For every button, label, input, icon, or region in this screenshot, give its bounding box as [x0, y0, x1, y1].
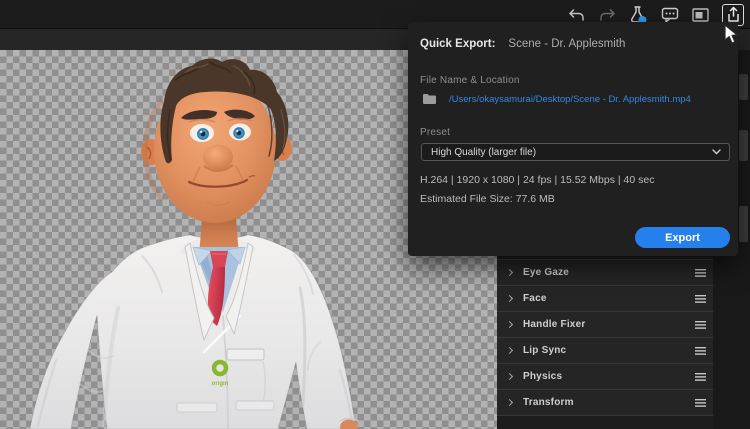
scrollbar-thumb[interactable] [739, 130, 748, 161]
preset-dropdown[interactable]: High Quality (larger file) [421, 143, 730, 161]
chevron-right-icon[interactable] [505, 372, 514, 381]
folder-icon[interactable] [422, 93, 437, 105]
file-section-label: File Name & Location [420, 75, 520, 86]
mouse-cursor [724, 24, 740, 50]
dialog-title: Quick Export: Scene - Dr. Applesmith [420, 38, 625, 50]
behavior-label: Face [523, 293, 547, 304]
chevron-right-icon[interactable] [505, 294, 514, 303]
behavior-label: Eye Gaze [523, 267, 570, 278]
export-button[interactable]: Export [635, 227, 730, 248]
drag-handle-icon[interactable] [695, 268, 706, 277]
chevron-right-icon[interactable] [505, 320, 514, 329]
coat-badge-text: origin [212, 381, 229, 387]
chevron-right-icon[interactable] [505, 346, 514, 355]
quick-export-dialog: Quick Export: Scene - Dr. Applesmith File… [408, 22, 738, 256]
scrollbar-thumb[interactable] [739, 74, 748, 100]
drag-handle-icon[interactable] [695, 398, 706, 407]
drag-handle-icon[interactable] [695, 320, 706, 329]
behavior-row[interactable]: Eye Gaze [497, 260, 713, 286]
behavior-row[interactable]: Face [497, 286, 713, 312]
estimated-file-size: Estimated File Size: 77.6 MB [420, 193, 555, 205]
chevron-right-icon[interactable] [505, 268, 514, 277]
behavior-label: Lip Sync [523, 345, 567, 356]
behavior-list: Eye Gaze Face Handle Fixer Lip Sync Phys… [497, 259, 713, 416]
chevron-right-icon[interactable] [505, 398, 514, 407]
behavior-row[interactable]: Transform [497, 390, 713, 416]
preset-label: Preset [420, 127, 451, 138]
scrollbar-thumb[interactable] [739, 206, 748, 242]
dialog-scene-name: Scene - Dr. Applesmith [508, 38, 626, 50]
preset-value: High Quality (larger file) [431, 146, 537, 158]
drag-handle-icon[interactable] [695, 372, 706, 381]
file-path-link[interactable]: /Users/okaysamurai/Desktop/Scene - Dr. A… [449, 94, 691, 105]
behavior-label: Physics [523, 371, 563, 382]
behavior-row[interactable]: Physics [497, 364, 713, 390]
drag-handle-icon[interactable] [695, 294, 706, 303]
behavior-label: Handle Fixer [523, 319, 586, 330]
dialog-title-label: Quick Export: [420, 38, 496, 50]
character-animator-window: origin Eye Gaze Face Handle Fixer Lip Sy… [0, 0, 750, 429]
drag-handle-icon[interactable] [695, 346, 706, 355]
behavior-row[interactable]: Handle Fixer [497, 312, 713, 338]
chevron-down-icon [712, 149, 721, 155]
behavior-row[interactable]: Lip Sync [497, 338, 713, 364]
export-specs: H.264 | 1920 x 1080 | 24 fps | 15.52 Mbp… [420, 174, 655, 186]
character-head [141, 58, 292, 223]
behavior-label: Transform [523, 397, 574, 408]
